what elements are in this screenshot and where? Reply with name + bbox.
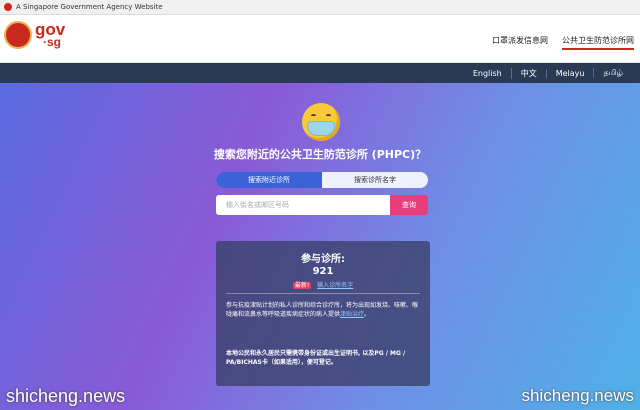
- panel-registration-note: 本地公民和永久居民只需携带身份证或出生证明书, 以及PG / MG / PA/B…: [226, 350, 406, 366]
- search-button[interactable]: 查询: [390, 195, 428, 215]
- search-bar: 查询: [216, 195, 428, 215]
- hero-title: 搜索您附近的公共卫生防范诊所 (PHPC)？: [213, 148, 427, 161]
- clinic-name-link[interactable]: 输入诊所名字: [317, 282, 353, 289]
- nav-mask-distribution[interactable]: 口罩派发信息网: [492, 35, 548, 50]
- panel-title: 参与诊所:: [301, 254, 345, 265]
- panel-divider: [226, 293, 420, 294]
- tab-clinic-name[interactable]: 搜索诊所名字: [322, 172, 428, 188]
- language-bar: English 中文 Melayu தமிழ்: [0, 63, 640, 83]
- watermark-left: shicheng.news: [6, 386, 126, 406]
- crest-icon: [4, 21, 32, 49]
- site-header: gov ·sg 口罩派发信息网 公共卫生防范诊所网: [0, 15, 640, 63]
- clinic-count: 921: [312, 266, 334, 277]
- lion-head-icon: [4, 3, 12, 11]
- top-nav: 口罩派发信息网 公共卫生防范诊所网: [492, 35, 634, 50]
- lang-english[interactable]: English: [464, 69, 511, 78]
- lang-malay[interactable]: Melayu: [545, 68, 594, 78]
- nav-phpc[interactable]: 公共卫生防范诊所网: [562, 35, 634, 50]
- face-mask-emoji-icon: [302, 103, 340, 141]
- lang-chinese[interactable]: 中文: [510, 67, 546, 79]
- panel-description: 参与抗疫津贴计划的私人诊所和综合诊疗所，将为出现如发烧、咳嗽、喉咙痛和流鼻水等呼…: [226, 302, 419, 318]
- watermark-right: shicheng.news: [521, 386, 634, 405]
- search-input[interactable]: [216, 195, 390, 215]
- gov-banner-text: A Singapore Government Agency Website: [16, 3, 163, 11]
- panel-link-row: 最新! 输入诊所名字: [216, 280, 430, 289]
- gov-banner: A Singapore Government Agency Website: [0, 0, 640, 15]
- hero-section: 搜索您附近的公共卫生防范诊所 (PHPC)？ 搜索附近诊所 搜索诊所名字 查询 …: [0, 83, 640, 410]
- search-tabs: 搜索附近诊所 搜索诊所名字: [216, 172, 428, 188]
- new-badge: 最新!: [292, 282, 312, 289]
- gov-sg-logo[interactable]: gov ·sg: [4, 21, 65, 49]
- subsidy-link[interactable]: 津贴治疗: [340, 311, 364, 318]
- clinic-info-panel: 参与诊所: 921 最新! 输入诊所名字 参与抗疫津贴计划的私人诊所和综合诊疗所…: [216, 241, 430, 386]
- lang-tamil[interactable]: தமிழ்: [593, 68, 632, 78]
- tab-nearby-clinics[interactable]: 搜索附近诊所: [216, 172, 322, 188]
